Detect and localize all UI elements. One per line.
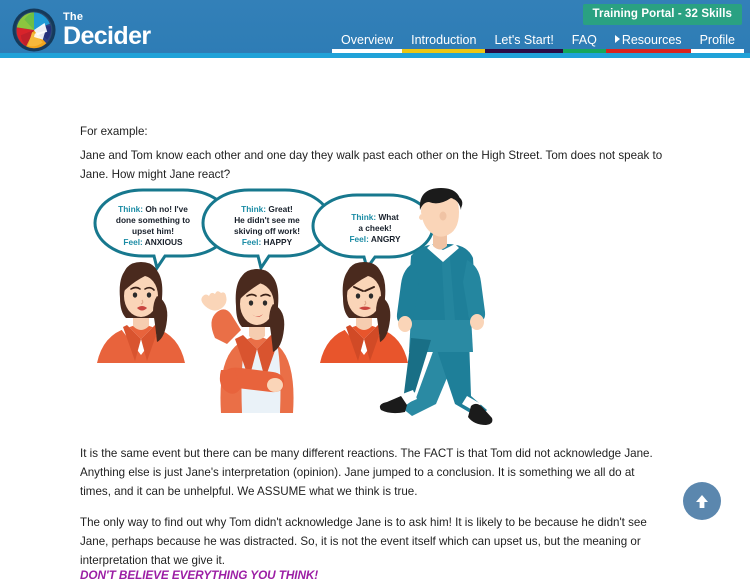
bubble-1-line-2: done something to bbox=[116, 215, 190, 225]
bubble-2-line-4: Feel: HAPPY bbox=[242, 237, 293, 247]
nav-label-lets-start: Let's Start! bbox=[494, 32, 554, 47]
training-portal-badge[interactable]: Training Portal - 32 Skills bbox=[582, 4, 742, 25]
site-header: The Decider Training Portal - 32 Skills … bbox=[0, 0, 750, 58]
nav-label-faq: FAQ bbox=[571, 32, 597, 47]
nav-label-introduction: Introduction bbox=[411, 32, 477, 47]
arrow-up-icon bbox=[696, 495, 708, 508]
nav-label-resources: Resources bbox=[621, 32, 682, 47]
chevron-right-icon bbox=[614, 35, 620, 44]
nav-item-overview[interactable]: Overview bbox=[332, 32, 403, 53]
character-woman-happy bbox=[201, 269, 294, 413]
character-woman-angry bbox=[320, 262, 408, 363]
logo-decider-text: Decider bbox=[63, 21, 151, 50]
nav-label-overview: Overview bbox=[341, 32, 394, 47]
bubble-2-line-1: Think: Great! bbox=[241, 204, 293, 214]
paragraph-scenario: Jane and Tom know each other and one day… bbox=[80, 149, 663, 181]
character-woman-anxious bbox=[97, 262, 185, 363]
illustration-thoughts-and-feelings: Think: Oh no! I've done something to ups… bbox=[75, 188, 535, 428]
nav-item-introduction[interactable]: Introduction bbox=[402, 32, 486, 53]
site-logo[interactable]: The Decider bbox=[12, 8, 151, 52]
bubble-1-line-3: upset him! bbox=[132, 226, 174, 236]
bubble-2-line-2: He didn't see me bbox=[234, 215, 300, 225]
nav-item-lets-start[interactable]: Let's Start! bbox=[485, 32, 563, 53]
bubble-1-line-1: Think: Oh no! I've bbox=[118, 204, 188, 214]
illustration-svg: Think: Oh no! I've done something to ups… bbox=[93, 188, 493, 425]
nav-label-profile: Profile bbox=[699, 32, 735, 47]
bubble-3-line-1: Think: What bbox=[351, 212, 399, 222]
bubble-1-line-4: Feel: ANXIOUS bbox=[123, 237, 183, 247]
logo-the-text: The bbox=[63, 10, 84, 23]
logo-wordmark: The Decider bbox=[63, 10, 151, 50]
bubble-2-line-3: skiving off work! bbox=[234, 226, 300, 236]
nav-item-profile[interactable]: Profile bbox=[690, 32, 744, 53]
main-navigation: Overview Introduction Let's Start! FAQ R… bbox=[332, 32, 744, 53]
nav-item-resources[interactable]: Resources bbox=[605, 32, 691, 53]
pinwheel-logo-icon bbox=[12, 8, 56, 52]
paragraph-same-event: It is the same event but there can be ma… bbox=[80, 447, 653, 498]
page-content: For example: Jane and Tom know each othe… bbox=[0, 58, 750, 582]
paragraph-dont-believe: DON'T BELIEVE EVERYTHING YOU THINK! bbox=[80, 568, 319, 582]
nav-item-faq[interactable]: FAQ bbox=[562, 32, 606, 53]
paragraph-for-example: For example: bbox=[80, 125, 148, 138]
scroll-to-top-button[interactable] bbox=[683, 482, 721, 520]
paragraph-only-way: The only way to find out why Tom didn't … bbox=[80, 516, 647, 567]
bubble-3-line-2: a cheek! bbox=[358, 223, 391, 233]
bubble-3-line-3: Feel: ANGRY bbox=[349, 234, 400, 244]
